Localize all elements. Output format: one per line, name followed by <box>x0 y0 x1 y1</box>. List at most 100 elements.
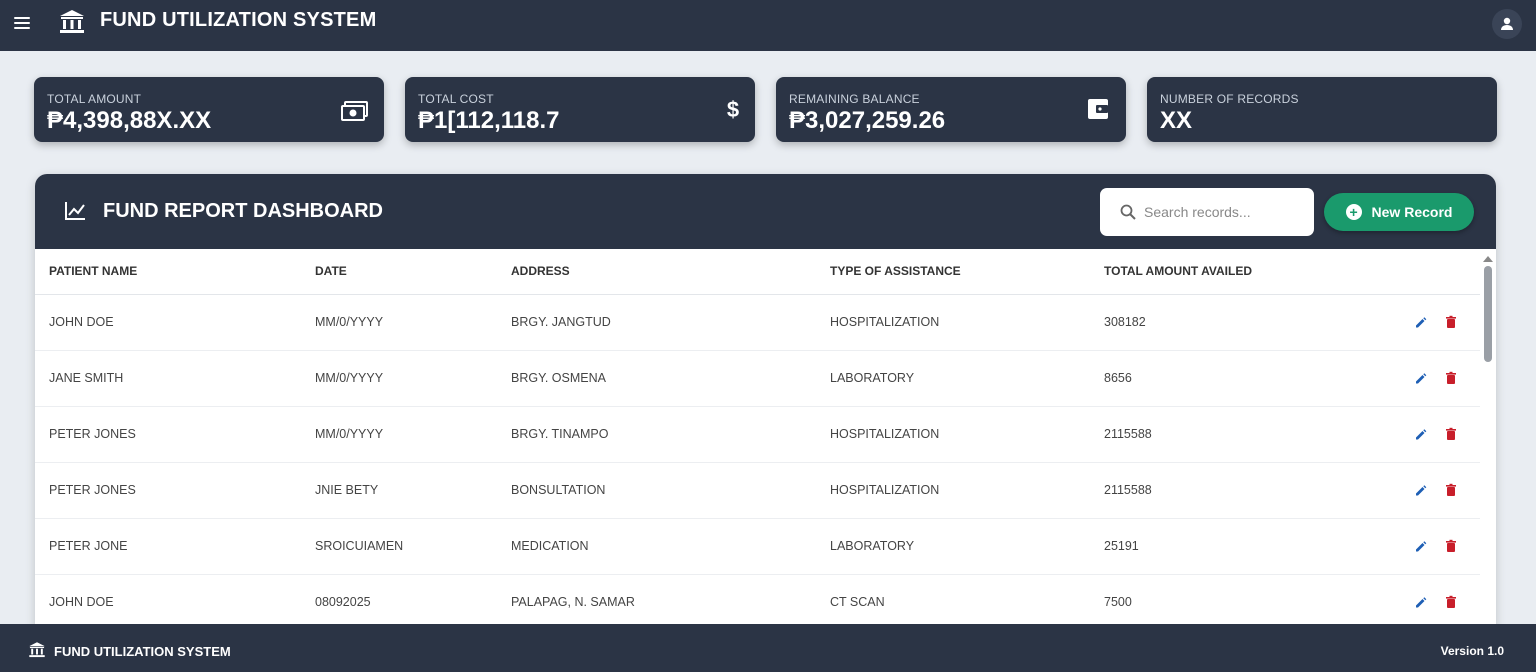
stat-value: ₱4,398,88X.XX <box>47 107 212 134</box>
hamburger-menu-icon[interactable] <box>12 14 32 34</box>
cell-actions <box>1380 574 1480 631</box>
col-total-amount: TOTAL AMOUNT AVAILED <box>1090 249 1380 295</box>
cell-total-amount: 2115588 <box>1090 462 1380 519</box>
svg-text:$: $ <box>727 97 739 122</box>
cell-patient-name: PETER JONES <box>35 462 301 519</box>
cell-address: MEDICATION <box>497 518 816 575</box>
cell-date: 08092025 <box>301 574 497 631</box>
cell-address: BONSULTATION <box>497 462 816 519</box>
cell-actions <box>1380 518 1480 575</box>
stat-card-total-amount: TOTAL AMOUNT ₱4,398,88X.XX <box>34 77 384 142</box>
table-row: PETER JONE SROICUIAMEN MEDICATION LABORATOR… <box>35 518 1480 575</box>
edit-pencil-icon[interactable] <box>1414 371 1428 385</box>
version-label: Version 1.0 <box>1440 644 1504 658</box>
delete-trash-icon[interactable] <box>1444 595 1458 609</box>
cell-total-amount: 2115588 <box>1090 406 1380 463</box>
cell-type-of-assistance: HOSPITALIZATION <box>816 294 1090 351</box>
stat-label: REMAINING BALANCE <box>789 92 920 106</box>
panel-title: FUND REPORT DASHBOARD <box>103 200 383 222</box>
search-box <box>1100 188 1314 236</box>
cell-address: BRGY. TINAMPO <box>497 406 816 463</box>
cell-date: SROICUIAMEN <box>301 518 497 575</box>
app-title: FUND UTILIZATION SYSTEM <box>100 9 377 31</box>
user-account-icon[interactable] <box>1492 9 1522 39</box>
cell-actions <box>1380 350 1480 407</box>
plus-circle-icon: + <box>1345 204 1362 220</box>
stat-label: TOTAL AMOUNT <box>47 92 142 106</box>
col-date: DATE <box>301 249 497 295</box>
edit-pencil-icon[interactable] <box>1414 539 1428 553</box>
bank-icon <box>60 10 84 33</box>
edit-pencil-icon[interactable] <box>1414 595 1428 609</box>
stat-value: ₱1[112,118.7 <box>418 107 560 134</box>
table-row: JOHN DOE 08092025 PALAPAG, N. SAMAR CT SCAN… <box>35 574 1480 631</box>
wallet-icon <box>1088 99 1108 119</box>
cell-address: BRGY. JANGTUD <box>497 294 816 351</box>
col-type-of-assistance: TYPE OF ASSISTANCE <box>816 249 1090 295</box>
cell-actions <box>1380 462 1480 519</box>
cell-patient-name: PETER JONES <box>35 406 301 463</box>
dollar-icon: $ <box>727 97 739 122</box>
cell-type-of-assistance: LABORATORY <box>816 350 1090 407</box>
new-record-label: New Record <box>1371 204 1453 220</box>
cell-type-of-assistance: CT SCAN <box>816 574 1090 631</box>
cell-address: PALAPAG, N. SAMAR <box>497 574 816 631</box>
new-record-button[interactable]: + New Record <box>1324 193 1474 231</box>
cell-address: BRGY. OSMENA <box>497 350 816 407</box>
stat-label: TOTAL COST <box>418 92 494 106</box>
table-row: JOHN DOE MM/0/YYYY BRGY. JANGTUD HOSPITALIZ… <box>35 294 1480 351</box>
search-input[interactable] <box>1144 204 1304 220</box>
table-row: PETER JONES JNIE BETY BONSULTATION HOSPITAL… <box>35 462 1480 519</box>
delete-trash-icon[interactable] <box>1444 539 1458 553</box>
scroll-up-arrow-icon[interactable] <box>1483 256 1493 262</box>
cell-total-amount: 7500 <box>1090 574 1380 631</box>
table-scrollbar[interactable] <box>1482 254 1494 632</box>
footer-title: FUND UTILIZATION SYSTEM <box>54 644 231 659</box>
edit-pencil-icon[interactable] <box>1414 315 1428 329</box>
stat-value: XX <box>1160 107 1193 134</box>
cell-total-amount: 308182 <box>1090 294 1380 351</box>
cash-icon <box>341 101 368 121</box>
stat-card-total-cost: TOTAL COST ₱1[112,118.7 $ <box>405 77 755 142</box>
cell-patient-name: JANE SMITH <box>35 350 301 407</box>
footer: FUND UTILIZATION SYSTEM Version 1.0 <box>0 624 1536 672</box>
delete-trash-icon[interactable] <box>1444 483 1458 497</box>
col-patient-name: PATIENT NAME <box>35 249 301 295</box>
cell-patient-name: JOHN DOE <box>35 294 301 351</box>
col-address: ADDRESS <box>497 249 816 295</box>
cell-date: MM/0/YYYY <box>301 350 497 407</box>
scroll-thumb[interactable] <box>1484 266 1492 362</box>
table-row: JANE SMITH MM/0/YYYY BRGY. OSMENA LABORATOR… <box>35 350 1480 407</box>
records-table: PATIENT NAME DATE ADDRESS TYPE OF ASSIST… <box>35 249 1480 631</box>
edit-pencil-icon[interactable] <box>1414 427 1428 441</box>
cell-type-of-assistance: LABORATORY <box>816 518 1090 575</box>
table-header-row: PATIENT NAME DATE ADDRESS TYPE OF ASSIST… <box>35 249 1480 295</box>
top-header: FUND UTILIZATION SYSTEM <box>0 0 1536 51</box>
cell-actions <box>1380 294 1480 351</box>
delete-trash-icon[interactable] <box>1444 315 1458 329</box>
edit-pencil-icon[interactable] <box>1414 483 1428 497</box>
cell-type-of-assistance: HOSPITALIZATION <box>816 406 1090 463</box>
col-actions <box>1380 249 1480 295</box>
cell-total-amount: 8656 <box>1090 350 1380 407</box>
cell-type-of-assistance: HOSPITALIZATION <box>816 462 1090 519</box>
stat-card-remaining-balance: REMAINING BALANCE ₱3,027,259.26 <box>776 77 1126 142</box>
stat-label: NUMBER OF RECORDS <box>1160 92 1299 106</box>
stat-value: ₱3,027,259.26 <box>789 107 946 134</box>
cell-date: MM/0/YYYY <box>301 406 497 463</box>
panel-header: FUND REPORT DASHBOARD + New Record <box>35 174 1496 249</box>
cell-total-amount: 25191 <box>1090 518 1380 575</box>
line-chart-icon <box>65 202 85 220</box>
cell-date: MM/0/YYYY <box>301 294 497 351</box>
delete-trash-icon[interactable] <box>1444 427 1458 441</box>
table-row: PETER JONES MM/0/YYYY BRGY. TINAMPO HOSPITA… <box>35 406 1480 463</box>
cell-actions <box>1380 406 1480 463</box>
cell-patient-name: JOHN DOE <box>35 574 301 631</box>
fund-report-panel: FUND REPORT DASHBOARD + New Record PATIE… <box>35 174 1496 634</box>
bank-icon <box>29 642 45 658</box>
stat-card-number-of-records: NUMBER OF RECORDS XX <box>1147 77 1497 142</box>
delete-trash-icon[interactable] <box>1444 371 1458 385</box>
search-icon <box>1120 204 1136 220</box>
cell-patient-name: PETER JONE <box>35 518 301 575</box>
cell-date: JNIE BETY <box>301 462 497 519</box>
